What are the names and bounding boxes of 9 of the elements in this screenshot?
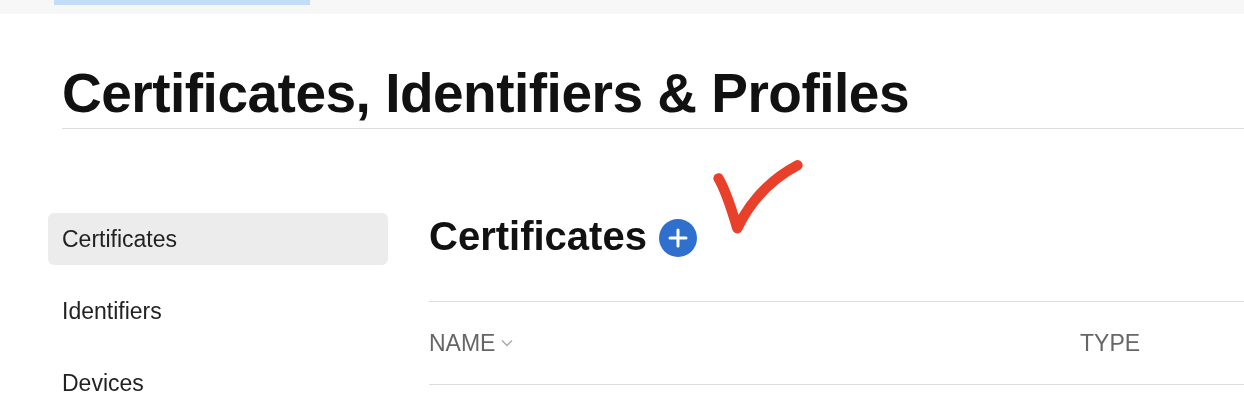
sidebar-item[interactable]: Devices (48, 357, 388, 404)
sidebar-item[interactable]: Identifiers (48, 285, 388, 337)
column-header[interactable]: NAME (429, 329, 1080, 357)
page-title: Certificates, Identifiers & Profiles (62, 14, 1244, 129)
add-icon[interactable] (658, 219, 697, 257)
column-header[interactable]: TYPE (1080, 329, 1141, 357)
sidebar-item[interactable]: Certificates (48, 213, 388, 265)
section-title: Certificates (429, 213, 647, 259)
caret-icon (501, 339, 514, 347)
